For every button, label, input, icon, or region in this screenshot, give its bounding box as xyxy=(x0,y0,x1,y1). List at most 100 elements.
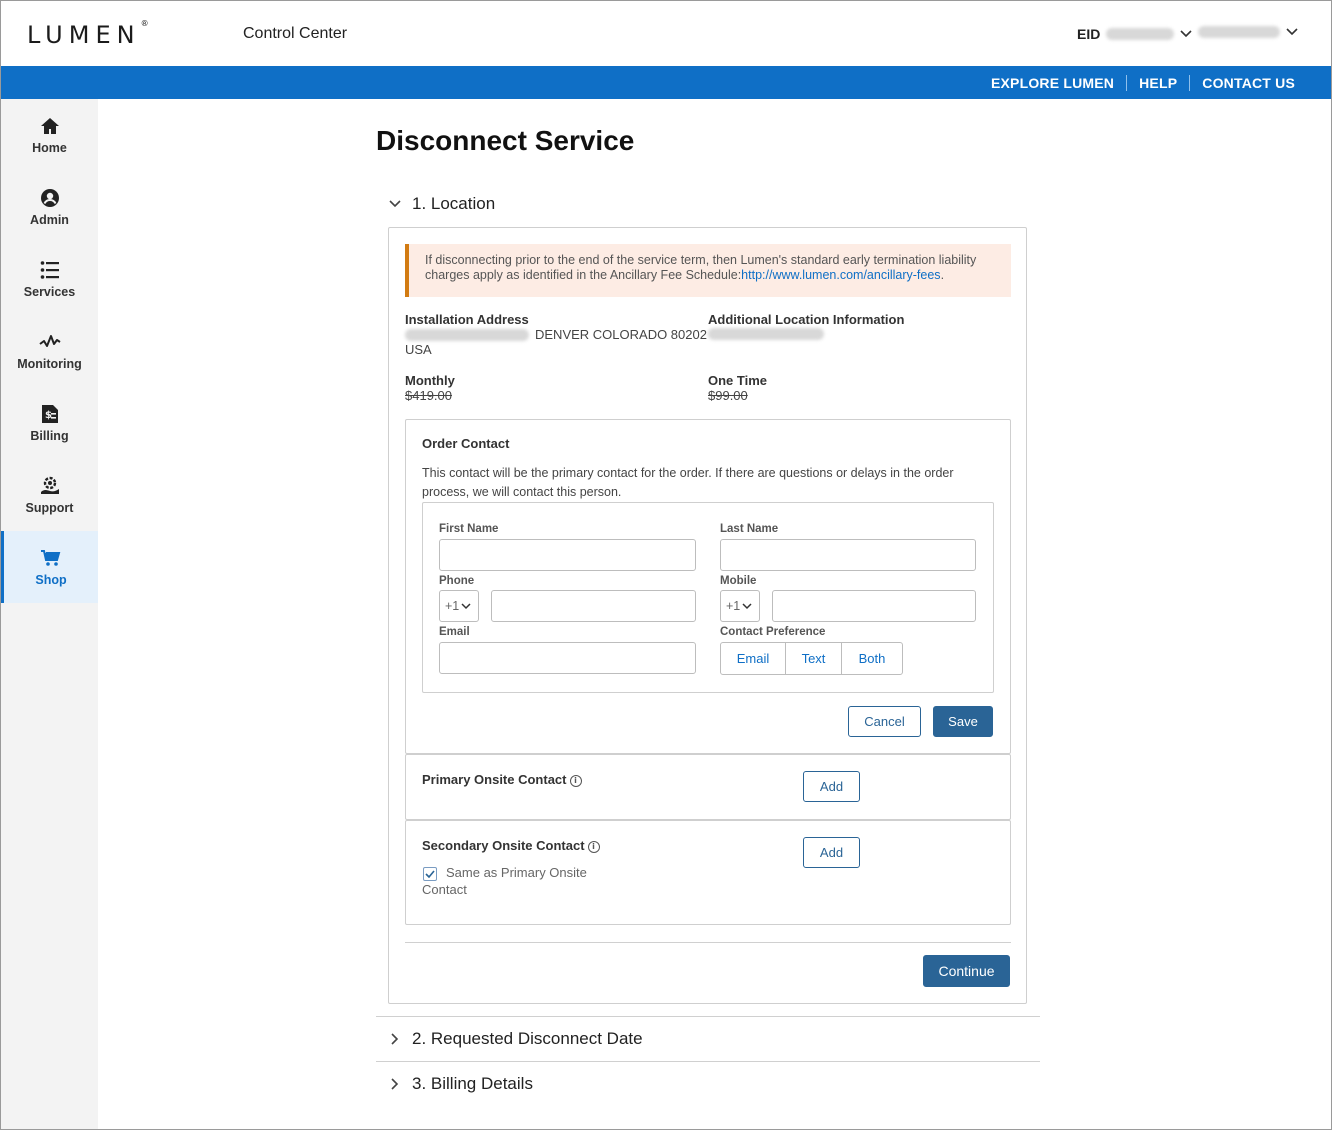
first-name-input[interactable] xyxy=(439,539,696,571)
sidebar-item-label: Services xyxy=(23,285,76,299)
contact-preference-label: Contact Preference xyxy=(720,626,826,638)
pulse-icon xyxy=(38,331,61,353)
explore-lumen-link[interactable]: EXPLORE LUMEN xyxy=(979,75,1126,91)
same-as-primary-label-line1: Same as Primary Onsite xyxy=(446,865,587,880)
info-icon[interactable]: i xyxy=(587,840,600,853)
sidebar-item-services[interactable]: Services xyxy=(1,243,98,315)
top-header: LUMEN® Control Center EID xyxy=(1,1,1331,66)
logo-registered-mark: ® xyxy=(140,19,149,28)
sidebar-item-label: Shop xyxy=(35,573,67,587)
secondary-onsite-contact-panel: Secondary Onsite Contact i Add Same as Pr… xyxy=(405,820,1011,925)
sidebar-item-admin[interactable]: Admin xyxy=(1,171,98,243)
phone-label: Phone xyxy=(439,575,475,587)
installation-city: DENVER COLORADO 80202 xyxy=(535,327,707,342)
section-billing-details-header[interactable]: 3. Billing Details xyxy=(388,1074,533,1094)
first-name-label: First Name xyxy=(439,523,499,535)
cancel-button[interactable]: Cancel xyxy=(848,706,921,737)
same-as-primary-checkbox[interactable] xyxy=(423,867,437,881)
order-contact-title: Order Contact xyxy=(422,436,510,451)
section-title: 1. Location xyxy=(412,194,496,213)
chevron-down-icon xyxy=(389,200,401,208)
mobile-code-value: +1 xyxy=(726,599,741,613)
street-redacted xyxy=(405,328,529,341)
eid-value-redacted xyxy=(1106,28,1175,40)
mobile-label: Mobile xyxy=(720,575,757,587)
section-title: 3. Billing Details xyxy=(412,1074,533,1093)
order-contact-description: This contact will be the primary contact… xyxy=(422,466,954,499)
list-icon xyxy=(39,259,61,281)
svg-text:$: $ xyxy=(45,410,52,421)
secondary-onsite-title: Secondary Onsite Contact i xyxy=(422,838,600,853)
additional-location-info-label: Additional Location Information xyxy=(708,312,905,327)
chevron-down-icon xyxy=(742,602,752,609)
sidebar-item-support[interactable]: Support xyxy=(1,459,98,531)
pref-text-option[interactable]: Text xyxy=(786,643,842,674)
monthly-label: Monthly xyxy=(405,373,455,388)
one-time-label: One Time xyxy=(708,373,768,388)
additional-location-info-value xyxy=(708,328,824,343)
phone-country-code-select[interactable]: +1 xyxy=(439,590,479,622)
installation-address-line1: DENVER COLORADO 80202 xyxy=(405,327,707,342)
same-as-primary-label-line2: Contact xyxy=(422,882,467,897)
section-location-header[interactable]: 1. Location xyxy=(388,194,495,214)
user-menu[interactable] xyxy=(1198,26,1298,38)
sidebar-item-monitoring[interactable]: Monitoring xyxy=(1,315,98,387)
sidebar-item-label: Monitoring xyxy=(17,357,82,371)
sidebar-item-billing[interactable]: $ Billing xyxy=(1,387,98,459)
info-icon[interactable]: i xyxy=(569,774,582,787)
ancillary-fees-link[interactable]: http://www.lumen.com/ancillary-fees xyxy=(741,268,940,282)
mobile-input[interactable] xyxy=(772,590,976,622)
contact-preference-toggle: Email Text Both xyxy=(720,642,903,675)
location-card: If disconnecting prior to the end of the… xyxy=(388,227,1027,1004)
sidebar-item-shop[interactable]: Shop xyxy=(1,531,98,603)
contact-us-link[interactable]: CONTACT US xyxy=(1190,75,1307,91)
eid-selector[interactable]: EID xyxy=(1077,26,1192,42)
continue-button[interactable]: Continue xyxy=(923,955,1010,987)
chevron-right-icon xyxy=(391,1078,399,1090)
divider xyxy=(405,942,1011,943)
help-link[interactable]: HELP xyxy=(1127,75,1189,91)
sidebar-item-label: Home xyxy=(32,141,67,155)
order-contact-form: First Name Last Name Phone +1 Mobile +1 … xyxy=(422,502,994,693)
page-title: Disconnect Service xyxy=(376,125,635,156)
installation-address-label: Installation Address xyxy=(405,312,529,327)
utility-nav: EXPLORE LUMEN HELP CONTACT US xyxy=(1,66,1331,99)
app-title: Control Center xyxy=(243,25,348,42)
eid-label: EID xyxy=(1077,26,1101,42)
primary-onsite-contact-panel: Primary Onsite Contact i Add xyxy=(405,754,1011,820)
sidebar-item-home[interactable]: Home xyxy=(1,99,98,171)
sidebar-item-label: Support xyxy=(25,501,74,515)
early-termination-notice: If disconnecting prior to the end of the… xyxy=(405,244,1011,297)
sidebar-item-label: Billing xyxy=(30,429,69,443)
divider xyxy=(376,1061,1040,1062)
secondary-onsite-title-text: Secondary Onsite Contact xyxy=(422,838,585,853)
add-secondary-onsite-button[interactable]: Add xyxy=(803,837,860,868)
add-primary-onsite-button[interactable]: Add xyxy=(803,771,860,802)
one-time-value: $99.00 xyxy=(708,388,748,403)
support-icon xyxy=(39,475,61,497)
sidebar-item-label: Admin xyxy=(30,213,69,227)
username-redacted xyxy=(1198,26,1280,38)
email-label: Email xyxy=(439,626,470,638)
last-name-input[interactable] xyxy=(720,539,976,571)
last-name-label: Last Name xyxy=(720,523,779,535)
additional-info-redacted xyxy=(708,328,824,340)
divider xyxy=(376,1016,1040,1017)
user-icon xyxy=(39,187,61,209)
phone-code-value: +1 xyxy=(445,599,460,613)
section-disconnect-date-header[interactable]: 2. Requested Disconnect Date xyxy=(388,1029,643,1049)
pref-email-option[interactable]: Email xyxy=(721,643,786,674)
mobile-country-code-select[interactable]: +1 xyxy=(720,590,760,622)
email-input[interactable] xyxy=(439,642,696,674)
save-button[interactable]: Save xyxy=(933,706,993,737)
primary-onsite-title-text: Primary Onsite Contact xyxy=(422,772,567,787)
phone-input[interactable] xyxy=(491,590,696,622)
section-title: 2. Requested Disconnect Date xyxy=(412,1029,643,1048)
chevron-down-icon xyxy=(1286,28,1298,36)
checkmark-icon xyxy=(425,870,435,878)
lumen-logo[interactable]: LUMEN® xyxy=(27,19,149,49)
pref-both-option[interactable]: Both xyxy=(842,643,902,674)
invoice-icon: $ xyxy=(39,403,61,425)
notice-end: . xyxy=(940,268,945,282)
order-contact-panel: Order Contact This contact will be the p… xyxy=(405,419,1011,754)
